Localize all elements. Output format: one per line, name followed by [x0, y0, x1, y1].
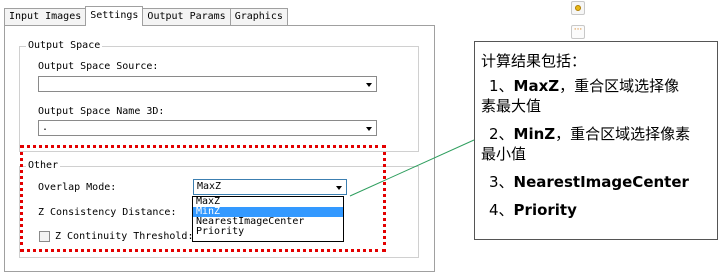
annotation-connector — [349, 139, 475, 197]
